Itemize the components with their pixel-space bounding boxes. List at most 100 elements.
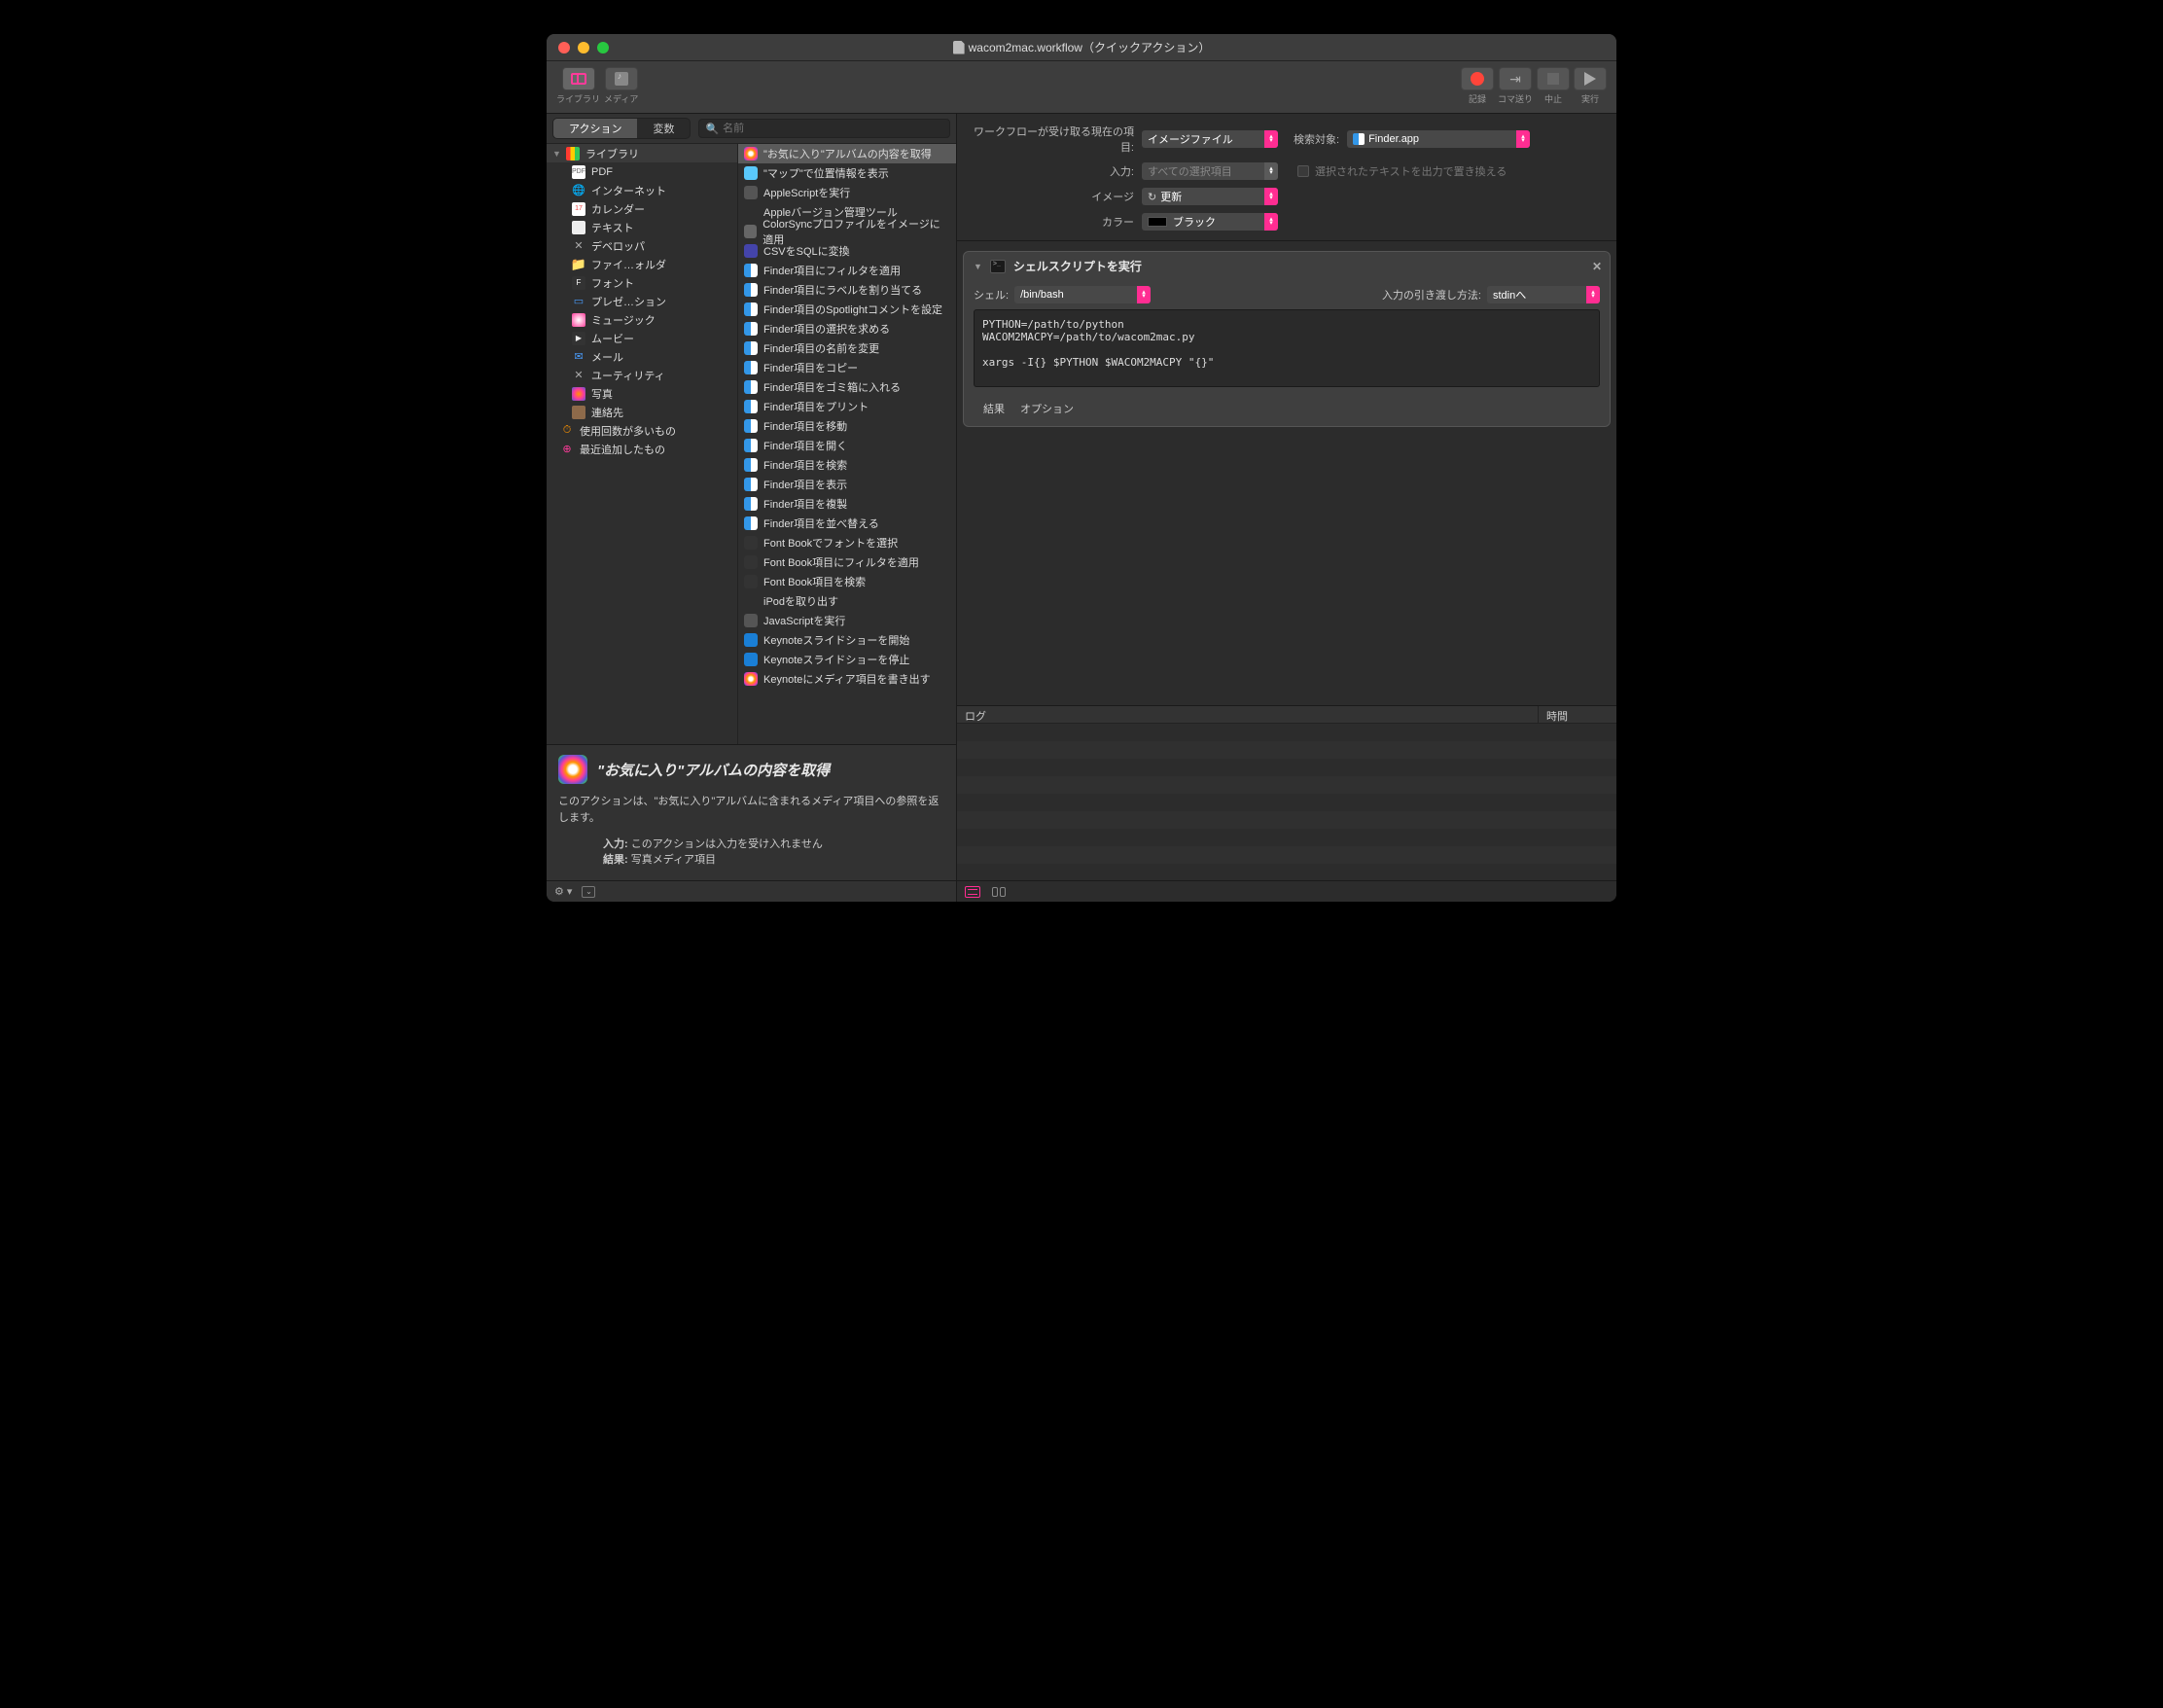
- tab-action[interactable]: アクション: [553, 119, 637, 138]
- action-item[interactable]: "マップ"で位置情報を表示: [738, 163, 956, 183]
- action-item[interactable]: Finder項目を表示: [738, 475, 956, 494]
- action-label: Font Bookでフォントを選択: [763, 535, 898, 551]
- action-item[interactable]: JavaScriptを実行: [738, 611, 956, 630]
- log-row: [957, 724, 1616, 741]
- run-button[interactable]: [1574, 67, 1607, 90]
- input-select[interactable]: すべての選択項目▴▾: [1142, 162, 1278, 180]
- action-icon: [744, 361, 758, 374]
- most-used[interactable]: ⏱使用回数が多いもの: [547, 421, 737, 440]
- globe-icon: 🌐: [572, 184, 585, 197]
- color-select[interactable]: ブラック▴▾: [1142, 213, 1278, 231]
- action-label: Finder項目を複製: [763, 496, 847, 512]
- image-select[interactable]: ↻更新▴▾: [1142, 188, 1278, 205]
- action-icon: [744, 341, 758, 355]
- category-utilities[interactable]: ✕ユーティリティ: [547, 366, 737, 384]
- action-item[interactable]: Finder項目のSpotlightコメントを設定: [738, 300, 956, 319]
- action-item[interactable]: Keynoteスライドショーを開始: [738, 630, 956, 650]
- action-list[interactable]: "お気に入り"アルバムの内容を取得"マップ"で位置情報を表示AppleScrip…: [737, 144, 956, 744]
- remove-action-button[interactable]: ✕: [1592, 260, 1602, 273]
- action-item[interactable]: Keynoteスライドショーを停止: [738, 650, 956, 669]
- receives-select[interactable]: イメージファイル▴▾: [1142, 130, 1278, 148]
- library-root-label: ライブラリ: [585, 146, 639, 161]
- category-photos[interactable]: 写真: [547, 384, 737, 403]
- replace-text-label: 選択されたテキストを出力で置き換える: [1315, 163, 1507, 179]
- column-view-button[interactable]: [992, 887, 1006, 897]
- category-presentation[interactable]: ▭プレゼ…ション: [547, 292, 737, 310]
- search-field[interactable]: 🔍: [698, 119, 950, 138]
- action-item[interactable]: Finder項目をコピー: [738, 358, 956, 377]
- category-internet[interactable]: 🌐インターネット: [547, 181, 737, 199]
- action-item[interactable]: "お気に入り"アルバムの内容を取得: [738, 144, 956, 163]
- action-item[interactable]: Finder項目を開く: [738, 436, 956, 455]
- action-icon: [744, 264, 758, 277]
- close-window-button[interactable]: [558, 42, 570, 53]
- gear-menu-button[interactable]: ⚙︎ ▾: [554, 885, 572, 898]
- tab-variable[interactable]: 変数: [637, 119, 690, 138]
- category-movie[interactable]: ▶ムービー: [547, 329, 737, 347]
- category-font[interactable]: Fフォント: [547, 273, 737, 292]
- shell-script-action[interactable]: ▼ シェルスクリプトを実行 ✕ シェル: /bin/bash▴▾ 入力の引き渡し…: [963, 251, 1611, 427]
- category-mail[interactable]: ✉メール: [547, 347, 737, 366]
- category-files-folders[interactable]: 📁ファイ…ォルダ: [547, 255, 737, 273]
- replace-text-checkbox[interactable]: [1297, 165, 1309, 177]
- automator-window: wacom2mac.workflow（クイックアクション） ライブラリ メディア…: [547, 34, 1616, 902]
- expand-button[interactable]: ⌄: [582, 886, 595, 898]
- category-developer[interactable]: ✕デベロッパ: [547, 236, 737, 255]
- action-item[interactable]: Finder項目の名前を変更: [738, 338, 956, 358]
- action-item[interactable]: Finder項目を検索: [738, 455, 956, 475]
- action-item[interactable]: Font Book項目にフィルタを適用: [738, 552, 956, 572]
- traffic-lights: [547, 42, 609, 53]
- library-root[interactable]: ▼ ライブラリ: [547, 144, 737, 162]
- options-button[interactable]: オプション: [1020, 401, 1074, 416]
- zoom-window-button[interactable]: [597, 42, 609, 53]
- category-text[interactable]: テキスト: [547, 218, 737, 236]
- category-calendar[interactable]: 17カレンダー: [547, 199, 737, 218]
- action-item[interactable]: AppleScriptを実行: [738, 183, 956, 202]
- recently-added[interactable]: ⊕最近追加したもの: [547, 440, 737, 458]
- action-item[interactable]: Finder項目を複製: [738, 494, 956, 514]
- action-item[interactable]: Finder項目を並べ替える: [738, 514, 956, 533]
- list-view-button[interactable]: [965, 886, 980, 898]
- library-tree[interactable]: ▼ ライブラリ PDFPDF 🌐インターネット 17カレンダー テキスト ✕デベ…: [547, 144, 737, 744]
- action-icon: [744, 225, 757, 238]
- action-item[interactable]: Finder項目の選択を求める: [738, 319, 956, 338]
- library-tabs: アクション 変数: [552, 118, 691, 139]
- action-icon: [744, 594, 758, 608]
- minimize-window-button[interactable]: [578, 42, 589, 53]
- search-input[interactable]: [723, 123, 943, 134]
- category-pdf[interactable]: PDFPDF: [547, 162, 737, 181]
- category-music[interactable]: ミュージック: [547, 310, 737, 329]
- stop-button[interactable]: [1537, 67, 1570, 90]
- record-button[interactable]: [1461, 67, 1494, 90]
- action-icon: [744, 458, 758, 472]
- movie-icon: ▶: [572, 332, 585, 345]
- disclosure-icon[interactable]: ▼: [974, 262, 982, 271]
- workflow-canvas[interactable]: ▼ シェルスクリプトを実行 ✕ シェル: /bin/bash▴▾ 入力の引き渡し…: [957, 241, 1616, 705]
- action-item[interactable]: ColorSyncプロファイルをイメージに適用: [738, 222, 956, 241]
- action-item[interactable]: Finder項目にフィルタを適用: [738, 261, 956, 280]
- action-item[interactable]: Font Bookでフォントを選択: [738, 533, 956, 552]
- step-button[interactable]: ⇥: [1499, 67, 1532, 90]
- action-item[interactable]: Keynoteにメディア項目を書き出す: [738, 669, 956, 689]
- results-button[interactable]: 結果: [983, 401, 1005, 416]
- time-column-header[interactable]: 時間: [1539, 706, 1616, 723]
- shell-select[interactable]: /bin/bash▴▾: [1014, 286, 1151, 303]
- action-label: Finder項目をコピー: [763, 360, 858, 375]
- chevron-icon: ▴▾: [1586, 286, 1600, 303]
- log-column-header[interactable]: ログ: [957, 706, 1539, 723]
- script-textarea[interactable]: PYTHON=/path/to/python WACOM2MACPY=/path…: [974, 309, 1600, 387]
- action-item[interactable]: Finder項目をプリント: [738, 397, 956, 416]
- library-toggle-button[interactable]: [562, 67, 595, 90]
- action-label: CSVをSQLに変換: [763, 243, 850, 259]
- category-contacts[interactable]: 連絡先: [547, 403, 737, 421]
- developer-icon: ✕: [572, 239, 585, 253]
- application-select[interactable]: Finder.app▴▾: [1347, 130, 1530, 148]
- action-item[interactable]: iPodを取り出す: [738, 591, 956, 611]
- action-item[interactable]: Finder項目を移動: [738, 416, 956, 436]
- media-button[interactable]: [605, 67, 638, 90]
- action-item[interactable]: Font Book項目を検索: [738, 572, 956, 591]
- action-item[interactable]: Finder項目にラベルを割り当てる: [738, 280, 956, 300]
- action-item[interactable]: Finder項目をゴミ箱に入れる: [738, 377, 956, 397]
- pass-input-select[interactable]: stdinへ▴▾: [1487, 286, 1600, 303]
- pdf-icon: PDF: [572, 165, 585, 179]
